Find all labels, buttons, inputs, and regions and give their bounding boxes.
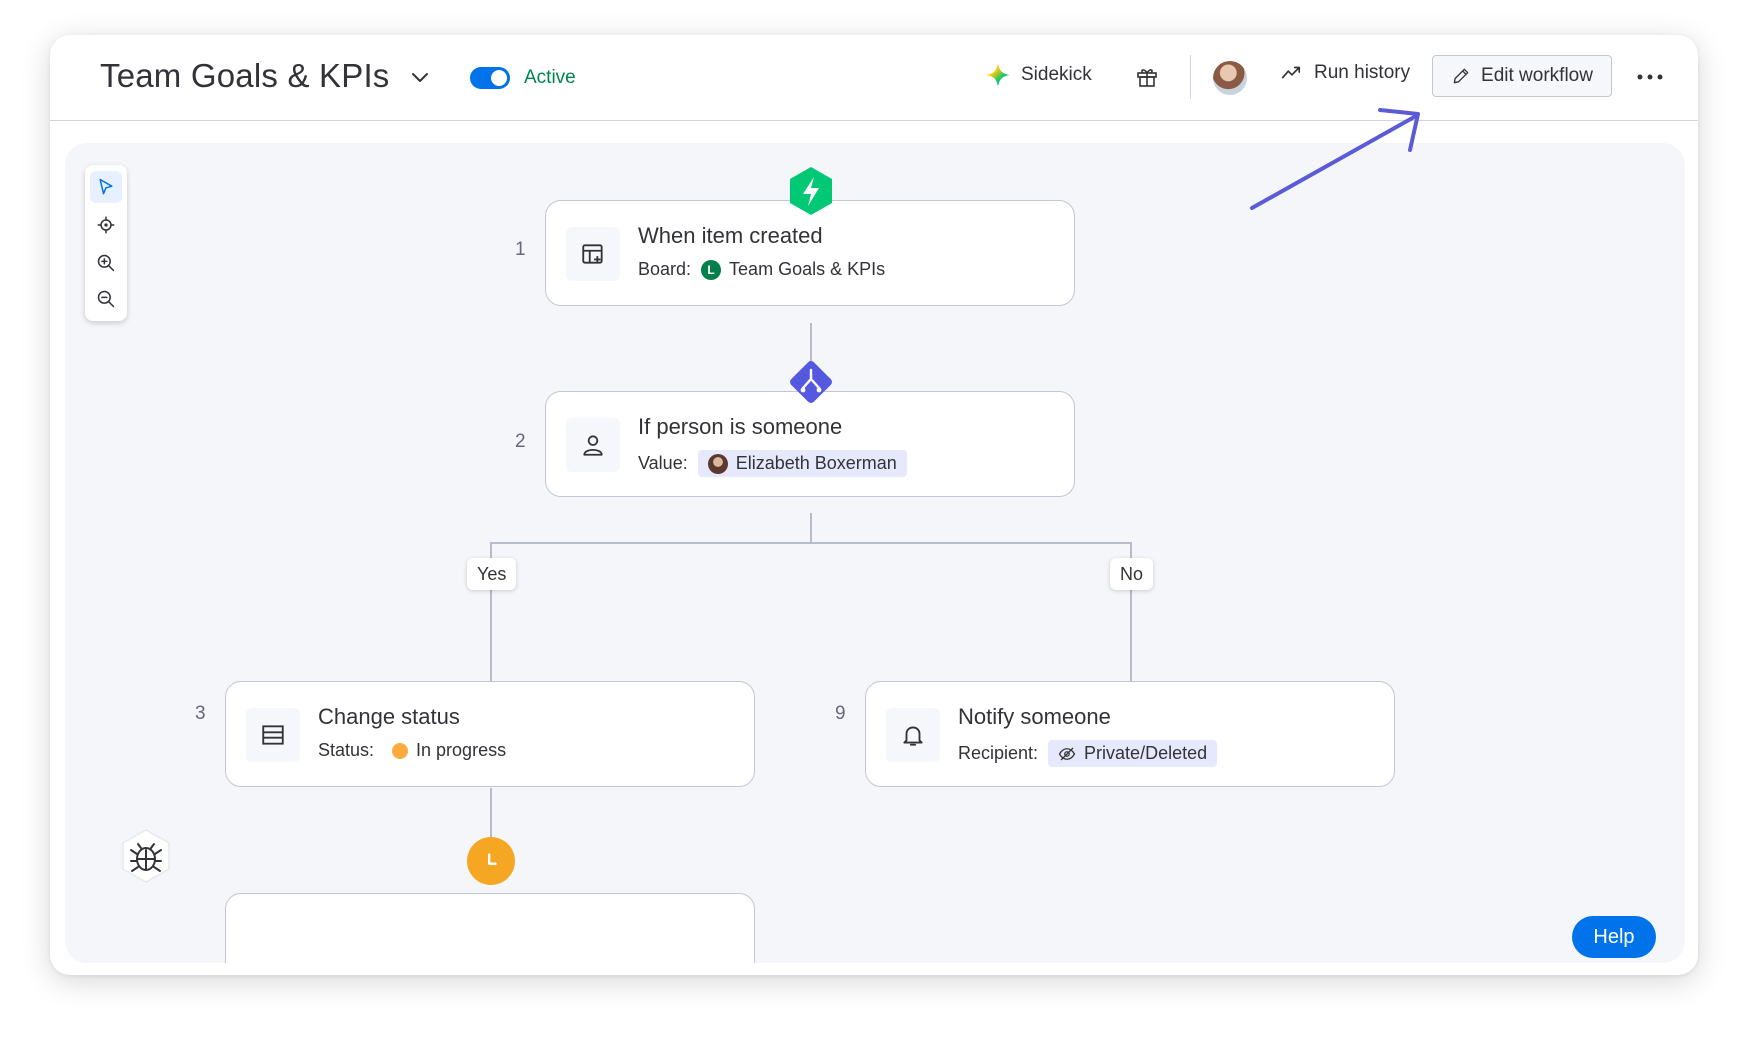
card-subtitle: Status: In progress — [318, 740, 506, 761]
page-title: Team Goals & KPIs — [100, 57, 390, 94]
more-icon[interactable] — [1634, 67, 1666, 87]
connector-line — [490, 542, 1132, 544]
card-subtitle: Recipient: Private/Deleted — [958, 740, 1218, 767]
edit-workflow-button[interactable]: Edit workflow — [1432, 55, 1612, 97]
step-number: 3 — [195, 703, 206, 724]
board-chip[interactable]: L Team Goals & KPIs — [701, 259, 885, 280]
next-step-card[interactable] — [225, 893, 755, 963]
card-sub-label: Value: — [638, 453, 688, 473]
edit-workflow-label: Edit workflow — [1481, 65, 1593, 86]
help-button[interactable]: Help — [1572, 916, 1656, 958]
person-name: Elizabeth Boxerman — [735, 453, 897, 473]
status-list-icon — [246, 708, 300, 762]
avatar[interactable] — [1213, 61, 1247, 95]
step-number: 2 — [515, 431, 526, 452]
header-bar: Team Goals & KPIs Active Sidekick Run hi… — [50, 35, 1698, 121]
zoom-in-icon — [97, 254, 115, 272]
connector-line — [810, 513, 812, 543]
step-number: 1 — [515, 239, 526, 260]
select-tool-button[interactable] — [90, 171, 122, 203]
status-dot — [392, 742, 409, 759]
zoom-out-button[interactable] — [90, 283, 122, 315]
card-sub-label: Board: — [638, 259, 692, 279]
workflow-window: Team Goals & KPIs Active Sidekick Run hi… — [50, 35, 1698, 975]
sidekick-label: Sidekick — [1021, 64, 1092, 85]
card-sub-label: Recipient: — [958, 743, 1039, 763]
pencil-icon — [1453, 68, 1469, 84]
status-chip[interactable]: In progress — [392, 740, 506, 761]
trend-icon — [1281, 66, 1301, 79]
card-subtitle: Value: Elizabeth Boxerman — [638, 450, 907, 477]
locate-icon — [97, 216, 115, 234]
branch-no-label: No — [1110, 558, 1154, 590]
zoom-in-button[interactable] — [90, 247, 122, 279]
active-toggle[interactable] — [470, 67, 510, 89]
branch-icon — [790, 361, 832, 403]
gift-icon[interactable] — [1135, 65, 1159, 89]
card-title: When item created — [638, 223, 823, 248]
card-title: Notify someone — [958, 704, 1111, 729]
recipient-value: Private/Deleted — [1084, 743, 1208, 763]
branch-yes-label: Yes — [467, 558, 517, 590]
board-add-icon — [566, 227, 620, 281]
toggle-knob — [491, 70, 507, 86]
sidekick-button[interactable]: Sidekick — [985, 62, 1092, 88]
eye-off-icon — [1058, 747, 1076, 760]
active-status-label: Active — [524, 67, 576, 88]
card-subtitle: Board: L Team Goals & KPIs — [638, 259, 885, 280]
workflow-canvas[interactable]: 1 When item created Board: L Team Goals … — [65, 143, 1685, 963]
lightning-icon — [790, 167, 832, 215]
person-chip[interactable]: Elizabeth Boxerman — [697, 450, 907, 477]
person-icon — [566, 418, 620, 472]
chevron-down-icon[interactable] — [408, 65, 432, 89]
action-card-notify[interactable]: Notify someone Recipient: Private/Delete… — [865, 681, 1395, 787]
card-title: Change status — [318, 704, 460, 729]
center-view-button[interactable] — [90, 209, 122, 241]
canvas-toolbar — [85, 165, 127, 321]
clock-icon — [467, 837, 515, 885]
sparkle-icon — [986, 63, 1010, 87]
cursor-icon — [99, 178, 113, 195]
bell-icon — [886, 708, 940, 762]
zoom-out-icon — [97, 290, 115, 308]
run-history-label: Run history — [1314, 62, 1411, 83]
header-divider — [1190, 55, 1191, 99]
recipient-chip[interactable]: Private/Deleted — [1048, 740, 1218, 767]
person-avatar — [707, 453, 728, 474]
board-name: Team Goals & KPIs — [729, 259, 886, 279]
bug-icon[interactable] — [120, 828, 172, 884]
run-history-button[interactable]: Run history — [1280, 62, 1410, 84]
annotation-arrow — [1250, 108, 1420, 210]
card-title: If person is someone — [638, 414, 843, 439]
board-badge: L — [701, 259, 722, 280]
action-card-change-status[interactable]: Change status Status: In progress — [225, 681, 755, 787]
step-number: 9 — [835, 703, 846, 724]
card-sub-label: Status: — [318, 740, 375, 760]
status-value: In progress — [416, 740, 507, 760]
